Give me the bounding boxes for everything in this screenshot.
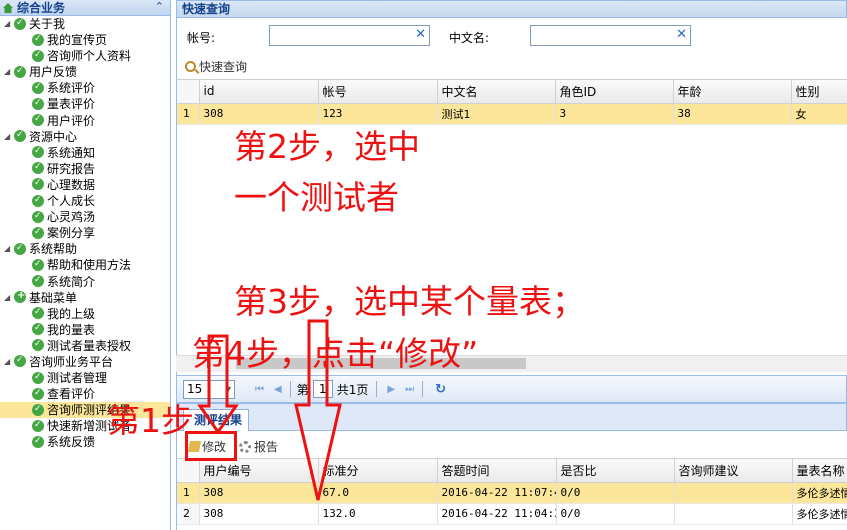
annotation-step2-line1: 第2步，选中 bbox=[234, 127, 420, 166]
app-root: 综合业务 ⌃ ◢关于我我的宣传页咨询师个人资料◢用户反馈系统评价量表评价用户评价… bbox=[0, 0, 847, 530]
annotation-step4: 第4步，点击“修改” bbox=[192, 334, 479, 373]
annotation-step2-line2: 一个测试者 bbox=[234, 178, 399, 217]
annotation-step1: 第1步 bbox=[107, 401, 194, 440]
annotation-step3: 第3步，选中某个量表； bbox=[234, 282, 585, 321]
annotation-arrows bbox=[197, 319, 342, 501]
